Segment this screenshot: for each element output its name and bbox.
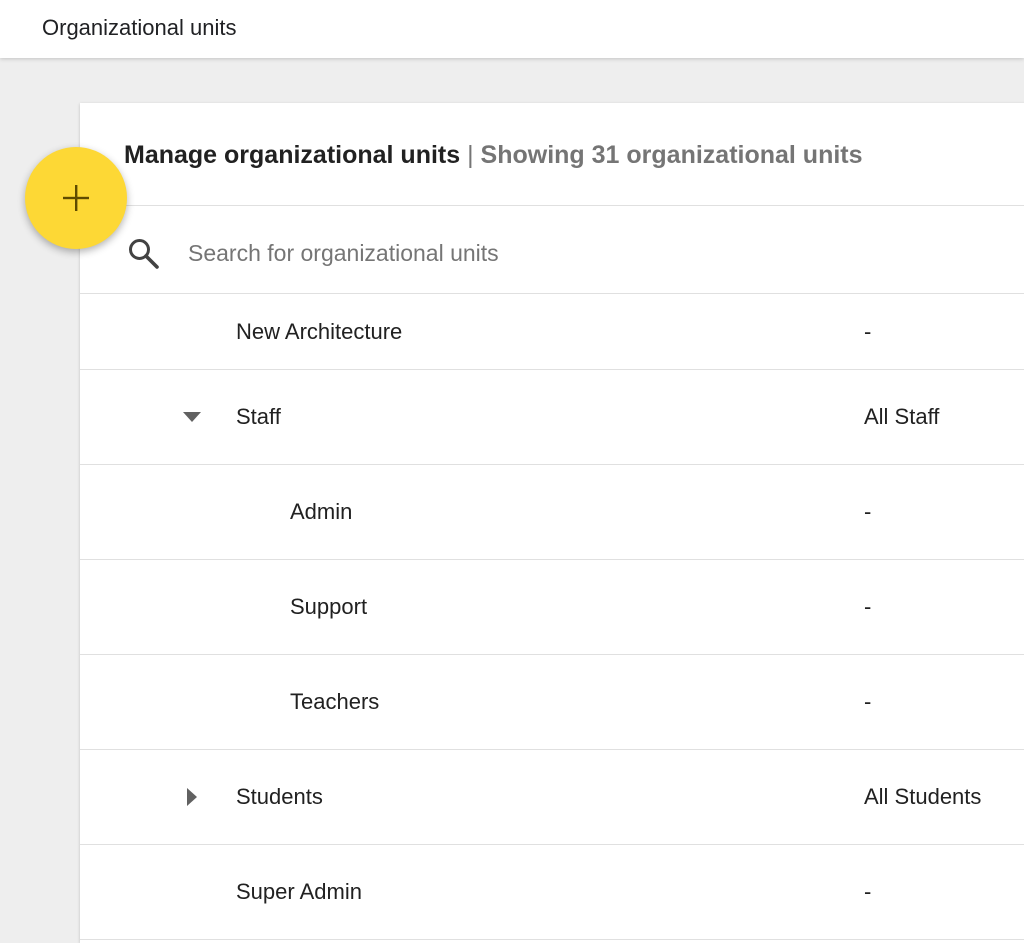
- org-unit-group: -: [864, 318, 872, 344]
- top-app-bar: Organizational units: [0, 0, 1024, 58]
- plus-icon: [63, 185, 89, 211]
- org-unit-group: -: [864, 879, 872, 904]
- org-unit-row[interactable]: Students All Students: [80, 750, 1024, 845]
- add-org-unit-button[interactable]: [25, 147, 127, 249]
- org-unit-row[interactable]: Staff All Staff: [80, 370, 1024, 465]
- org-unit-group: -: [864, 594, 872, 619]
- org-unit-name: Support: [290, 594, 368, 619]
- search-input[interactable]: [188, 232, 788, 274]
- card-title: Manage organizational units | Showing 31…: [124, 139, 863, 171]
- org-unit-row[interactable]: Admin -: [80, 465, 1024, 560]
- org-unit-row[interactable]: Teachers -: [80, 655, 1024, 750]
- card-header: Manage organizational units | Showing 31…: [80, 103, 1024, 206]
- org-unit-group: -: [864, 499, 872, 524]
- page-title: Organizational units: [42, 15, 237, 40]
- org-units-card: Manage organizational units | Showing 31…: [80, 103, 1024, 943]
- org-unit-group: -: [864, 689, 872, 714]
- org-unit-name: New Architecture: [236, 318, 403, 344]
- org-unit-count: Showing 31 organizational units: [480, 141, 863, 169]
- org-unit-name: Students: [236, 784, 323, 809]
- org-unit-list: New Architecture - Staff All Staff Admin - Sup…: [80, 294, 1024, 940]
- card-title-separator: |: [460, 141, 481, 169]
- org-unit-row[interactable]: New Architecture -: [80, 294, 1024, 370]
- org-unit-name: Staff: [236, 404, 281, 429]
- org-unit-name: Super Admin: [236, 879, 362, 904]
- org-unit-name: Teachers: [290, 689, 380, 714]
- caret-down-icon[interactable]: [180, 405, 204, 429]
- search-icon[interactable]: [126, 236, 160, 270]
- search-bar: [80, 206, 1024, 294]
- org-unit-group: All Staff: [864, 404, 940, 429]
- org-unit-group: All Students: [864, 784, 982, 809]
- org-unit-row[interactable]: Support -: [80, 560, 1024, 655]
- card-title-main: Manage organizational units: [124, 141, 461, 169]
- org-unit-name: Admin: [290, 499, 353, 524]
- caret-right-icon[interactable]: [180, 785, 204, 809]
- org-unit-row[interactable]: Super Admin -: [80, 845, 1024, 940]
